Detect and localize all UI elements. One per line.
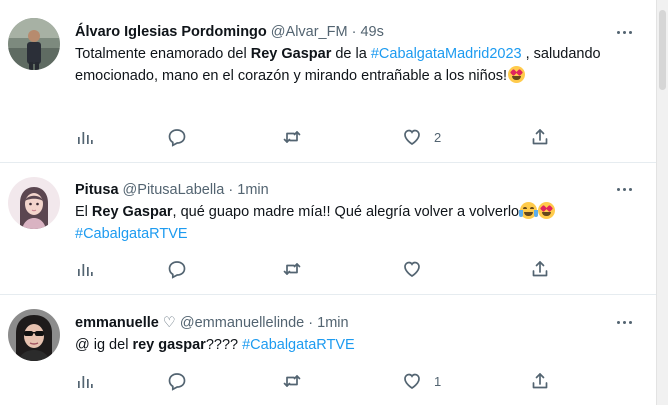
- like-button[interactable]: 2: [402, 127, 441, 147]
- share-icon[interactable]: [530, 127, 550, 147]
- tweet[interactable]: Pitusa @PitusaLabella · 1min El Rey Gasp…: [0, 163, 656, 295]
- user-handle[interactable]: @Alvar_FM: [271, 24, 348, 40]
- retweet-icon[interactable]: [282, 259, 302, 279]
- tweet-header: Pitusa @PitusaLabella · 1min: [75, 181, 269, 199]
- scrollbar[interactable]: [656, 0, 668, 405]
- more-icon[interactable]: [614, 24, 634, 40]
- tweet-header: Álvaro Iglesias Pordomingo @Alvar_FM · 4…: [75, 23, 384, 41]
- share-icon[interactable]: [530, 371, 550, 391]
- user-handle[interactable]: @emmanuellelinde: [180, 315, 304, 331]
- text-segment: El: [75, 204, 92, 220]
- text-segment: ????: [205, 337, 243, 353]
- bold-text: Rey Gaspar: [250, 46, 332, 62]
- more-icon[interactable]: [614, 314, 634, 330]
- display-name[interactable]: Pitusa: [75, 182, 119, 198]
- like-icon: [404, 129, 420, 145]
- reply-icon[interactable]: [167, 259, 187, 279]
- heart-eyes-emoji-icon: [508, 66, 526, 83]
- text-segment: @ ig del: [75, 337, 133, 353]
- share-icon[interactable]: [530, 259, 550, 279]
- bold-text: rey gaspar: [132, 337, 206, 353]
- analytics-icon[interactable]: [75, 127, 95, 147]
- separator-dot: ·: [308, 315, 314, 331]
- heart-symbol-icon: ♡: [162, 315, 176, 331]
- hashtag-link[interactable]: #CabalgataRTVE: [242, 337, 355, 353]
- tweet-text: El Rey Gaspar, qué guapo madre mía!! Qué…: [75, 201, 635, 245]
- tweet-feed: Álvaro Iglesias Pordomingo @Alvar_FM · 4…: [0, 0, 656, 405]
- like-icon: [404, 373, 420, 389]
- tweet[interactable]: emmanuelle ♡ @emmanuellelinde · 1min @ i…: [0, 295, 656, 405]
- like-icon[interactable]: [402, 259, 422, 279]
- heart-eyes-emoji-icon: [538, 202, 556, 219]
- display-name[interactable]: emmanuelle: [75, 315, 159, 331]
- reply-icon[interactable]: [167, 127, 187, 147]
- avatar[interactable]: [8, 18, 60, 70]
- like-button[interactable]: 1: [402, 371, 441, 391]
- display-name[interactable]: Álvaro Iglesias Pordomingo: [75, 24, 267, 40]
- timestamp[interactable]: 1min: [317, 315, 348, 331]
- more-icon[interactable]: [614, 181, 634, 197]
- tweet[interactable]: Álvaro Iglesias Pordomingo @Alvar_FM · 4…: [0, 0, 656, 163]
- hashtag-link[interactable]: #CabalgataRTVE: [75, 226, 188, 242]
- timestamp[interactable]: 49s: [360, 24, 383, 40]
- avatar[interactable]: [8, 309, 60, 361]
- like-count: 1: [434, 373, 442, 389]
- hashtag-link[interactable]: #CabalgataMadrid2023: [371, 46, 522, 62]
- bold-text: Rey Gaspar: [91, 204, 173, 220]
- tweet-text: @ ig del rey gaspar???? #CabalgataRTVE: [75, 334, 635, 356]
- retweet-icon[interactable]: [282, 127, 302, 147]
- text-segment: , qué guapo madre mía!! Qué alegría volv…: [172, 204, 520, 220]
- separator-dot: ·: [228, 182, 234, 198]
- analytics-icon[interactable]: [75, 371, 95, 391]
- avatar[interactable]: [8, 177, 60, 229]
- timestamp[interactable]: 1min: [237, 182, 268, 198]
- like-count: 2: [434, 129, 442, 145]
- user-handle[interactable]: @PitusaLabella: [123, 182, 225, 198]
- text-segment: de la: [331, 46, 371, 62]
- tears-of-joy-emoji-icon: [519, 202, 539, 219]
- retweet-icon[interactable]: [282, 371, 302, 391]
- reply-icon[interactable]: [167, 371, 187, 391]
- analytics-icon[interactable]: [75, 259, 95, 279]
- tweet-text: Totalmente enamorado del Rey Gaspar de l…: [75, 43, 635, 87]
- text-segment: Totalmente enamorado del: [75, 46, 251, 62]
- separator-dot: ·: [351, 24, 357, 40]
- scrollbar-thumb[interactable]: [659, 10, 666, 90]
- tweet-header: emmanuelle ♡ @emmanuellelinde · 1min: [75, 314, 349, 332]
